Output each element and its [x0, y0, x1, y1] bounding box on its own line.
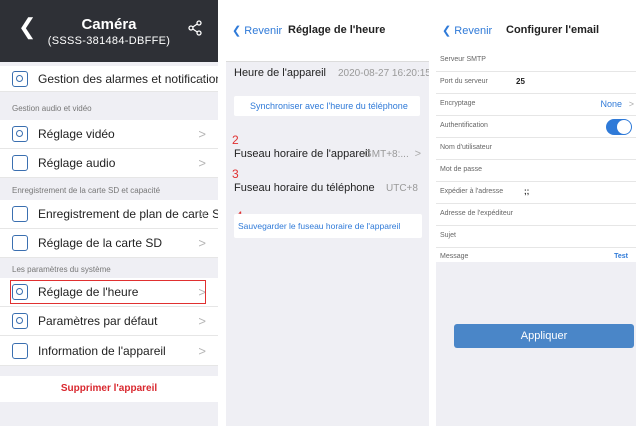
back-button[interactable]: ❮ Revenir — [442, 24, 492, 37]
video-label: Réglage vidéo — [38, 127, 115, 141]
username-field[interactable]: Nom d'utilisateur — [436, 138, 636, 160]
encryption-value: None — [600, 99, 622, 109]
chevron-right-icon: > — [198, 206, 206, 222]
audio-label: Réglage audio — [38, 156, 116, 170]
sd-card-row[interactable]: Réglage de la carte SD > — [0, 229, 218, 258]
subject-label: Sujet — [440, 232, 456, 239]
settings-header: ❮ Caméra (SSSS-381484-DBFFE) — [0, 0, 218, 62]
back-button[interactable]: ❮ Revenir — [232, 24, 282, 37]
device-settings-screen: ❮ Caméra (SSSS-381484-DBFFE) Gestion des… — [0, 0, 218, 426]
port-field[interactable]: Port du serveur 25 — [436, 72, 636, 94]
chevron-right-icon: > — [198, 71, 206, 86]
recipient-label: Expédier à l'adresse — [440, 188, 504, 195]
audio-settings-row[interactable]: Réglage audio > — [0, 149, 218, 178]
back-label: Revenir — [454, 25, 493, 37]
sync-time-label: Synchroniser avec l'heure du téléphone — [250, 101, 408, 111]
record-icon — [12, 206, 28, 222]
alarms-row[interactable]: Gestion des alarmes et notification > — [0, 66, 218, 92]
apply-button[interactable]: Appliquer — [454, 324, 634, 348]
device-time-label: Heure de l'appareil — [234, 67, 326, 79]
chevron-right-icon: > — [198, 313, 206, 329]
port-value: 25 — [516, 77, 525, 86]
page-title: Configurer l'email — [506, 24, 600, 36]
camera-title: Caméra — [81, 16, 137, 33]
username-label: Nom d'utilisateur — [440, 144, 492, 151]
save-timezone-label: Sauvegarder le fuseau horaire de l'appar… — [238, 221, 401, 231]
delete-device-row[interactable]: Supprimer l'appareil — [0, 376, 218, 402]
message-label: Message — [440, 253, 469, 260]
sender-address-field[interactable]: Adresse de l'expéditeur — [436, 204, 636, 226]
speaker-icon — [12, 155, 28, 171]
alarms-label: Gestion des alarmes et notification — [38, 71, 218, 86]
alarm-icon — [12, 70, 28, 87]
test-button[interactable]: Test — [614, 253, 628, 260]
smtp-server-field[interactable]: Serveur SMTP — [436, 50, 636, 72]
highlight-box — [10, 280, 206, 304]
chevron-right-icon: > — [198, 155, 206, 171]
recipient-value: ;; — [524, 187, 530, 196]
save-timezone-button[interactable]: Sauvegarder le fuseau horaire de l'appar… — [234, 214, 422, 238]
section-footer — [0, 402, 218, 426]
page-title: Réglage de l'heure — [288, 24, 386, 36]
section-audio-video: Gestion audio et vidéo — [0, 92, 218, 120]
section-system: Les paramètres du système — [0, 258, 218, 278]
device-timezone-row[interactable]: Fuseau horaire de l'appareil GMT+8:... > — [226, 144, 429, 164]
chevron-right-icon: > — [198, 343, 206, 358]
phone-timezone-row: Fuseau horaire du téléphone UTC+8 — [226, 178, 429, 198]
phone-timezone-label: Fuseau horaire du téléphone — [234, 182, 375, 194]
sd-card-icon — [12, 235, 28, 251]
defaults-row[interactable]: Paramètres par défaut > — [0, 307, 218, 336]
subject-field[interactable]: Sujet — [436, 226, 636, 248]
sd-card-label: Réglage de la carte SD — [38, 236, 163, 250]
smtp-server-label: Serveur SMTP — [440, 56, 486, 63]
reset-icon — [12, 313, 28, 329]
authentication-toggle[interactable] — [606, 119, 632, 135]
authentication-field: Authentification — [436, 116, 636, 138]
port-label: Port du serveur — [440, 78, 488, 85]
password-label: Mot de passe — [440, 166, 483, 173]
device-time-row: Heure de l'appareil 2020-08-27 16:20:15 — [226, 62, 429, 86]
nav-bar: ❮ Revenir Réglage de l'heure — [226, 0, 429, 62]
sync-time-button[interactable]: Synchroniser avec l'heure du téléphone — [234, 96, 420, 116]
video-settings-row[interactable]: Réglage vidéo > — [0, 120, 218, 149]
video-icon — [12, 126, 28, 142]
sender-address-label: Adresse de l'expéditeur — [440, 210, 513, 217]
device-info-label: Information de l'appareil — [38, 343, 166, 358]
record-plan-label: Enregistrement de plan de carte SD — [38, 207, 218, 221]
share-icon[interactable] — [188, 20, 202, 36]
chevron-right-icon: > — [198, 126, 206, 142]
recipient-field[interactable]: Expédier à l'adresse ;; — [436, 182, 636, 204]
time-settings-screen: ❮ Revenir Réglage de l'heure Heure de l'… — [226, 0, 429, 426]
phone-timezone-value: UTC+8 — [386, 183, 418, 194]
info-icon — [12, 342, 28, 359]
device-timezone-value: GMT+8:... — [364, 149, 409, 160]
section-sd: Enregistrement de la carte SD et capacit… — [0, 178, 218, 200]
delete-device-button[interactable]: Supprimer l'appareil — [0, 383, 218, 394]
section-spacer — [0, 366, 218, 376]
chevron-right-icon: > — [628, 99, 634, 109]
password-field[interactable]: Mot de passe — [436, 160, 636, 182]
camera-id: (SSSS-381484-DBFFE) — [47, 35, 171, 47]
encryption-label: Encryptage — [440, 100, 476, 107]
message-field[interactable]: Message Test — [436, 248, 636, 262]
device-timezone-label: Fuseau horaire de l'appareil — [234, 148, 371, 160]
encryption-field[interactable]: Encryptage None > — [436, 94, 636, 116]
chevron-right-icon: > — [414, 148, 421, 160]
defaults-label: Paramètres par défaut — [38, 314, 158, 328]
authentication-label: Authentification — [440, 122, 488, 129]
chevron-right-icon: > — [198, 235, 206, 251]
record-plan-row[interactable]: Enregistrement de plan de carte SD > — [0, 200, 218, 229]
device-time-value: 2020-08-27 16:20:15 — [338, 68, 429, 79]
device-info-row[interactable]: Information de l'appareil > — [0, 336, 218, 366]
back-label: Revenir — [244, 25, 283, 37]
email-settings-screen: ❮ Revenir Configurer l'email Serveur SMT… — [436, 0, 636, 426]
